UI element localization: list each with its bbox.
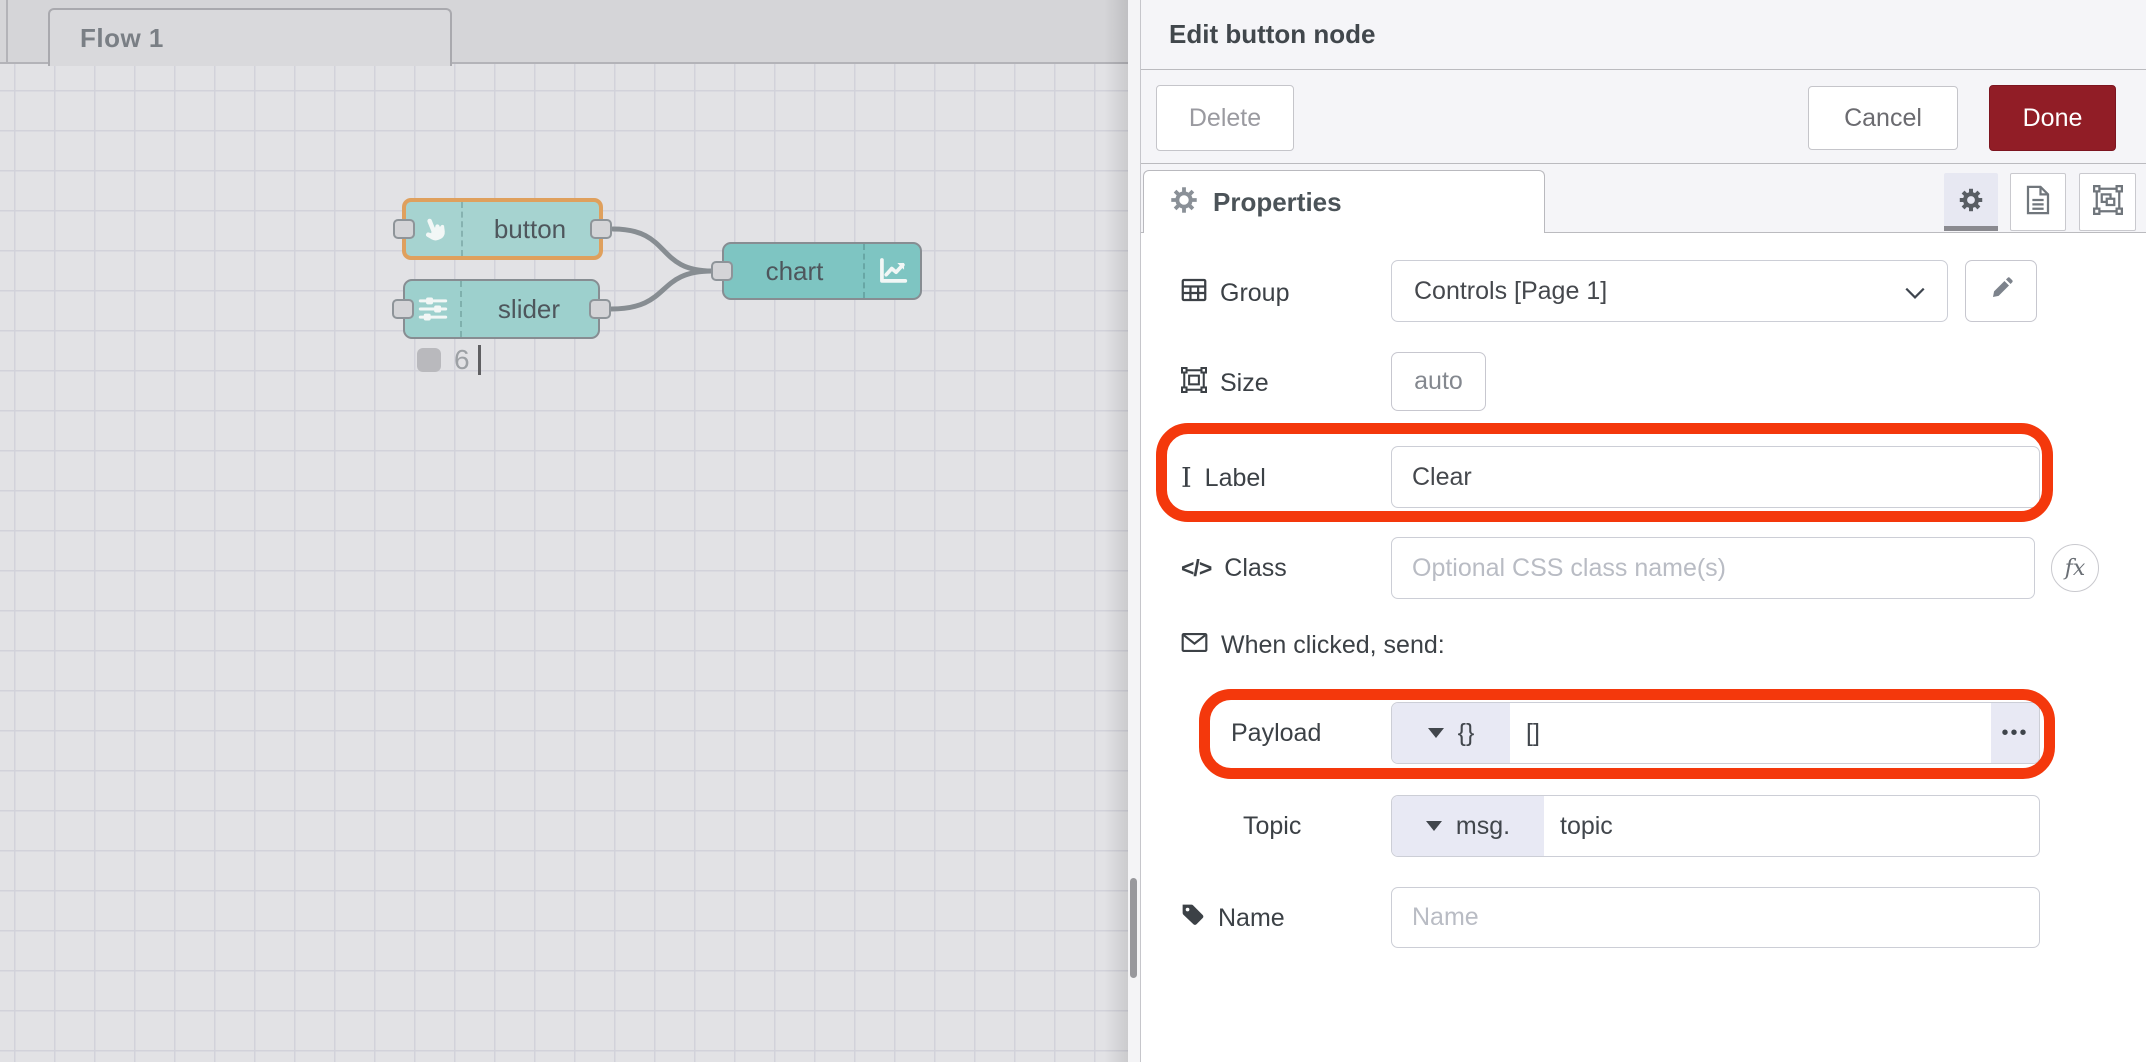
group-row: Group [1181,278,1289,309]
fx-button[interactable]: fx [2051,544,2099,592]
edit-tray: Edit button node Delete Cancel Done [1140,0,2146,1062]
class-row: </> Class [1181,554,1287,583]
topic-type-select[interactable]: msg. [1392,796,1544,856]
payload-label: Payload [1231,719,1321,748]
payload-value[interactable]: [] [1510,703,1991,763]
object-group-icon [2093,185,2123,220]
flow-canvas[interactable]: Flow 1 button [0,0,1140,1062]
properties-form: Group Controls [Page 1] [1141,233,2146,1062]
gear-icon [1170,186,1198,219]
tray-header: Edit button node [1141,0,2146,70]
tab-button-properties[interactable] [1944,173,1998,231]
node-chart-label: chart [724,244,865,298]
msg-type-label: msg. [1456,812,1510,841]
topic-label: Topic [1243,812,1301,841]
size-auto-button[interactable]: auto [1391,352,1486,411]
pencil-icon [1988,276,2014,307]
tray-toolbar: Delete Cancel Done [1141,70,2146,164]
payload-typedinput[interactable]: {} [] ••• [1391,702,2040,764]
document-icon [2025,185,2051,220]
flow-tab-label: Flow 1 [80,23,164,54]
label-label: I Label [1181,463,1266,494]
name-input[interactable] [1391,887,2040,948]
label-row: I Label [1181,463,1266,494]
caret-down-icon [1426,821,1442,831]
text-cursor [478,345,481,375]
chart-line-icon [863,244,920,298]
label-input[interactable] [1391,446,2040,508]
gear-icon [1958,187,1984,218]
node-slider-output-port[interactable] [589,299,611,319]
tag-icon [1181,903,1205,934]
table-icon [1181,278,1207,309]
payload-row: Payload [1231,719,1321,748]
canvas-scrollbar-thumb[interactable] [1130,878,1137,978]
tabbar-divider [6,0,8,62]
class-label: </> Class [1181,554,1287,583]
edit-group-button[interactable] [1965,260,2037,322]
node-chart[interactable]: chart [722,242,922,300]
node-slider-label: slider [460,281,598,337]
cancel-button[interactable]: Cancel [1808,86,1958,150]
envelope-icon [1181,631,1208,660]
topic-typedinput[interactable]: msg. topic [1391,795,2040,857]
delete-button[interactable]: Delete [1156,85,1294,151]
flow-tab[interactable]: Flow 1 [48,8,452,66]
done-button[interactable]: Done [1989,85,2116,151]
node-button-output-port[interactable] [590,219,612,239]
node-button-label: button [461,202,599,256]
tab-button-appearance[interactable] [2079,173,2136,231]
fx-icon: fx [2065,556,2086,581]
size-label: Size [1181,367,1269,400]
node-label-badge: 6 [417,344,481,376]
send-heading: When clicked, send: [1181,631,1445,660]
canvas-scrollbar[interactable] [1128,0,1140,1062]
name-row: Name [1181,903,1285,934]
size-row: Size [1181,367,1269,400]
node-button[interactable]: button [402,198,603,260]
send-heading-row: When clicked, send: [1181,631,1445,660]
tab-properties-label: Properties [1213,187,1342,218]
object-group-icon [1181,367,1207,400]
payload-type-select[interactable]: {} [1392,703,1510,763]
badge-square [417,348,441,372]
chevron-down-icon [1905,277,1925,306]
active-tab-indicator [1944,226,1998,231]
node-slider[interactable]: slider [403,279,600,339]
topic-row: Topic [1243,812,1301,841]
json-type-icon: {} [1458,719,1475,748]
tab-properties[interactable]: Properties [1143,170,1545,233]
group-label: Group [1181,278,1289,309]
badge-number: 6 [454,344,470,376]
i-cursor-icon: I [1181,463,1192,494]
node-button-input-port[interactable] [393,219,415,239]
expand-editor-button[interactable]: ••• [1991,703,2039,763]
group-select-value: Controls [Page 1] [1414,277,1607,306]
node-chart-input-port[interactable] [711,261,733,281]
workspace-tabbar: Flow 1 [0,0,1140,64]
name-label: Name [1181,903,1285,934]
group-select[interactable]: Controls [Page 1] [1391,260,1948,322]
class-input[interactable] [1391,537,2035,599]
caret-down-icon [1428,728,1444,738]
tab-button-description[interactable] [2010,173,2066,231]
tray-title: Edit button node [1169,19,1376,50]
topic-value[interactable]: topic [1544,796,2039,856]
node-slider-input-port[interactable] [392,299,414,319]
editor-tabs: Properties [1141,164,2146,233]
code-icon: </> [1181,555,1211,582]
